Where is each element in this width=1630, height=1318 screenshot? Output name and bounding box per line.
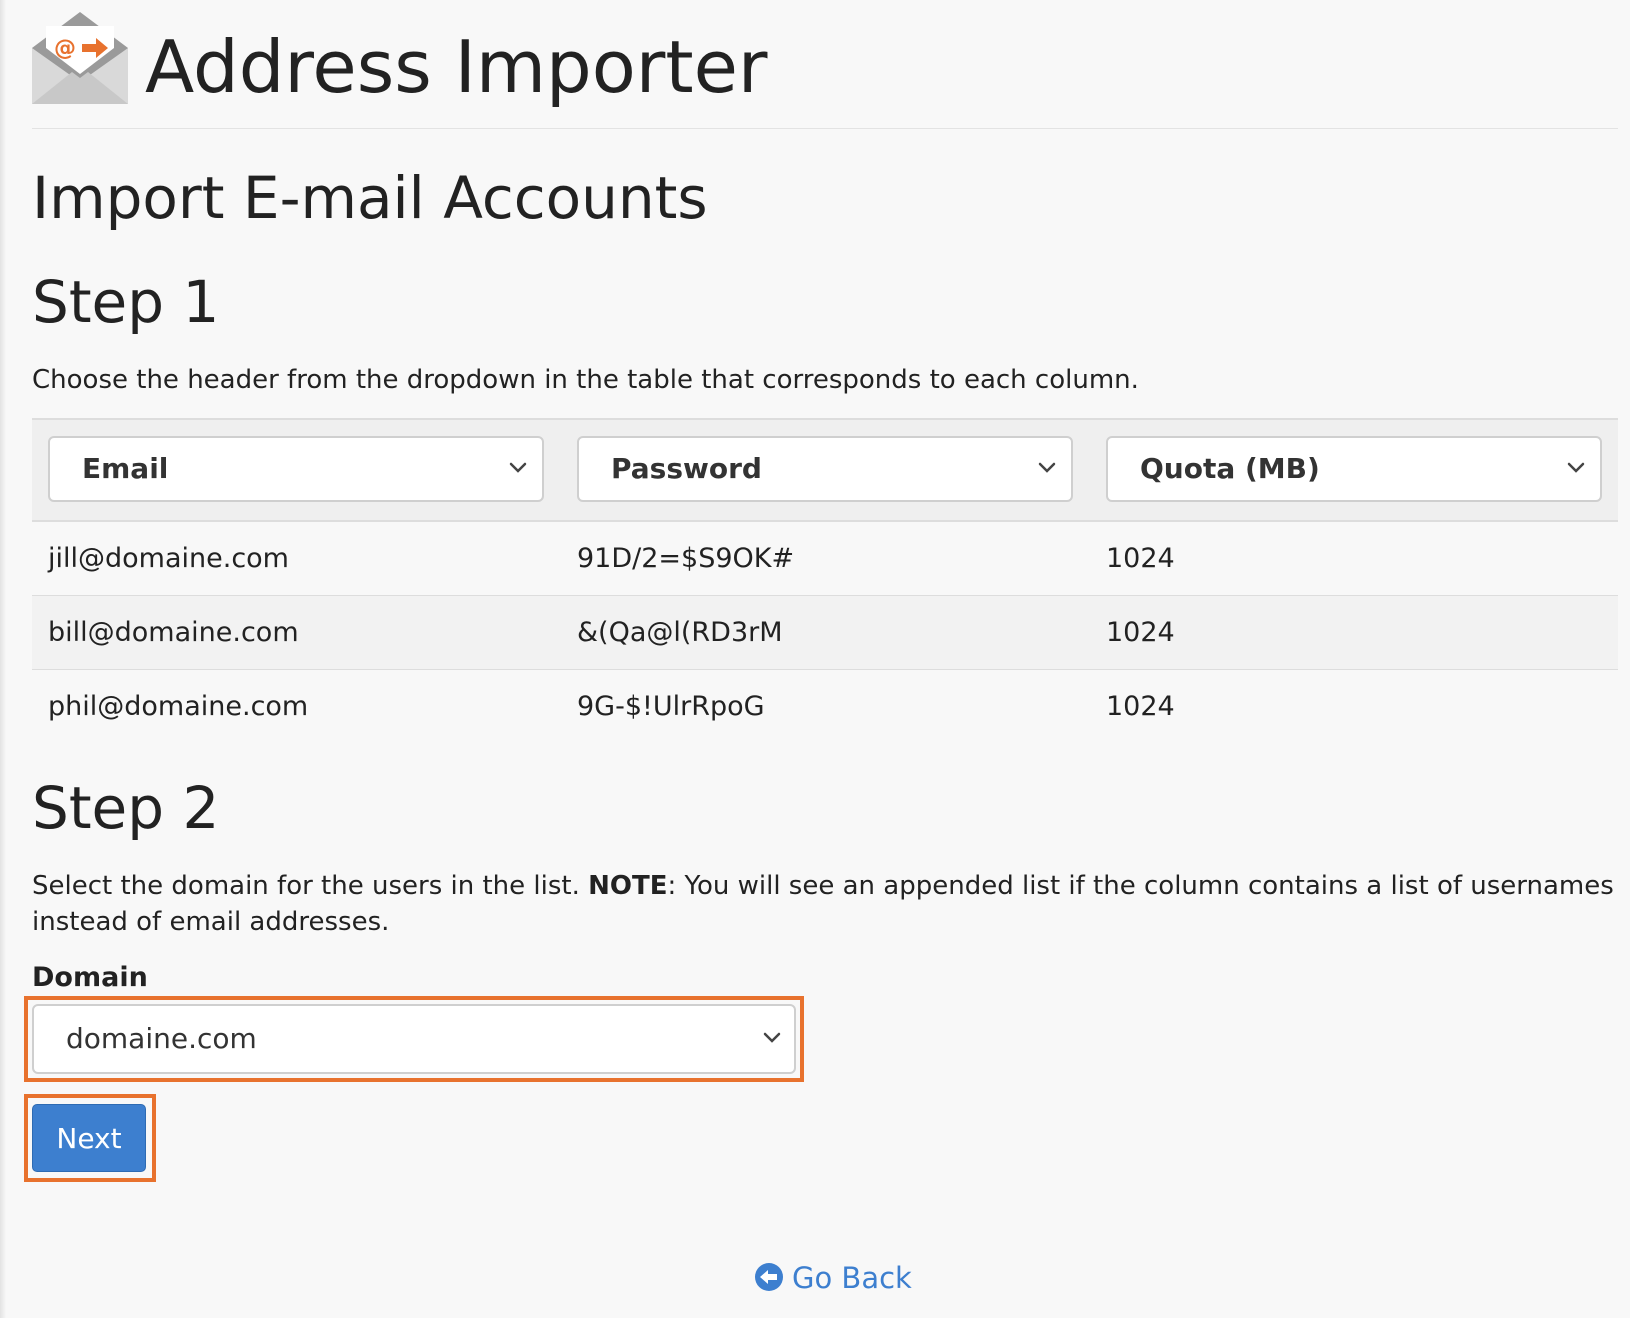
- note-label: NOTE: [588, 871, 668, 901]
- domain-select-value: domaine.com: [66, 1022, 257, 1055]
- chevron-down-icon: [1567, 462, 1585, 473]
- column-1-header-value: Email: [82, 452, 169, 485]
- cell-password: 9G-$!UlrRpoG: [577, 691, 765, 722]
- envelope-icon: @: [32, 12, 128, 104]
- column-3-header-select[interactable]: Quota (MB): [1106, 436, 1602, 502]
- step-1-heading: Step 1: [32, 268, 220, 336]
- table-row: phil@domaine.com 9G-$!UlrRpoG 1024: [32, 670, 1618, 743]
- app-title: Address Importer: [145, 25, 768, 109]
- go-back-link[interactable]: Go Back: [754, 1258, 912, 1298]
- import-table: Email Password Quota (MB) jill@domaine.c…: [32, 418, 1618, 743]
- table-row: bill@domaine.com &(Qa@l(RD3rM 1024: [32, 596, 1618, 670]
- cell-password: &(Qa@l(RD3rM: [577, 617, 783, 648]
- column-1-header-select[interactable]: Email: [48, 436, 544, 502]
- circle-arrow-left-icon: [755, 1263, 783, 1291]
- step-1-instruction: Choose the header from the dropdown in t…: [32, 365, 1139, 395]
- domain-label: Domain: [32, 962, 148, 993]
- svg-text:@: @: [54, 36, 76, 61]
- step-2-heading: Step 2: [32, 774, 220, 842]
- chevron-down-icon: [1038, 462, 1056, 473]
- column-2-header-select[interactable]: Password: [577, 436, 1073, 502]
- page-content: @ Address Importer Import E-mail Account…: [24, 0, 1618, 1295]
- cell-quota: 1024: [1106, 691, 1175, 722]
- column-2-header-value: Password: [611, 452, 762, 485]
- cell-quota: 1024: [1106, 617, 1175, 648]
- cell-password: 91D/2=$S9OK#: [577, 543, 795, 574]
- domain-select[interactable]: domaine.com: [32, 1004, 796, 1074]
- cell-email: jill@domaine.com: [48, 543, 289, 574]
- cell-email: phil@domaine.com: [48, 691, 309, 722]
- table-header-row: Email Password Quota (MB): [32, 418, 1618, 522]
- step-2-instruction-text: Select the domain for the users in the l…: [32, 871, 589, 901]
- next-button[interactable]: Next: [32, 1104, 146, 1172]
- chevron-down-icon: [763, 1032, 781, 1043]
- step-2-instruction: Select the domain for the users in the l…: [32, 868, 1618, 940]
- table-row: jill@domaine.com 91D/2=$S9OK# 1024: [32, 522, 1618, 596]
- left-edge-shadow: [0, 0, 6, 1318]
- page-title: Import E-mail Accounts: [32, 164, 708, 232]
- cell-quota: 1024: [1106, 543, 1175, 574]
- chevron-down-icon: [509, 462, 527, 473]
- go-back-label: Go Back: [792, 1261, 912, 1295]
- app-header: @ Address Importer: [32, 0, 1618, 129]
- column-3-header-value: Quota (MB): [1140, 452, 1320, 485]
- cell-email: bill@domaine.com: [48, 617, 299, 648]
